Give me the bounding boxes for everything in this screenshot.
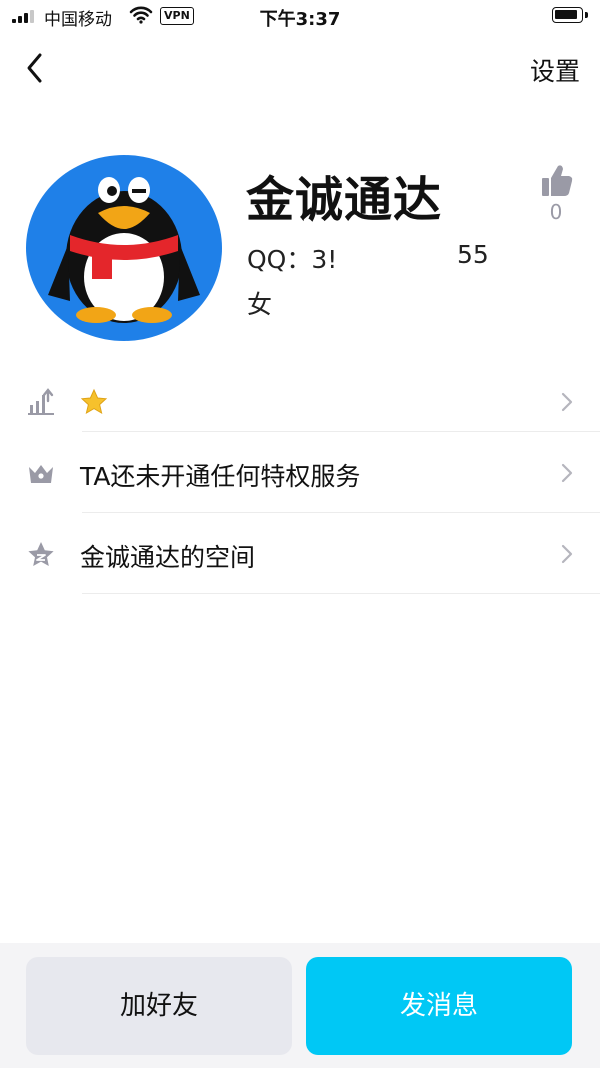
battery-icon: [552, 7, 583, 23]
status-bar: 中国移动 VPN 下午3:37: [0, 0, 600, 34]
level-row[interactable]: [0, 362, 600, 442]
privilege-row-label: TA还未开通任何特权服务: [80, 462, 361, 491]
gender-label: 女: [247, 290, 273, 319]
like-count: 0: [549, 200, 563, 224]
chevron-right-icon: [561, 463, 573, 483]
battery-tip: [585, 12, 588, 18]
divider: [82, 593, 600, 594]
space-row-label: 金诚通达的空间: [80, 543, 256, 572]
gold-star-icon: [80, 388, 108, 415]
level-chart-icon: [28, 388, 54, 415]
add-friend-button[interactable]: 加好友: [26, 957, 292, 1055]
divider: [82, 512, 600, 513]
space-row[interactable]: 金诚通达的空间: [0, 514, 600, 594]
settings-button[interactable]: 设置: [530, 52, 580, 88]
avatar[interactable]: [26, 155, 222, 341]
status-time: 下午3:37: [259, 9, 341, 30]
privilege-row[interactable]: TA还未开通任何特权服务: [0, 433, 600, 513]
star-space-icon: [28, 542, 54, 566]
chevron-left-icon: [27, 53, 42, 83]
crown-icon: [29, 465, 53, 483]
qq-number-tail: 55: [457, 240, 489, 269]
qq-number: QQ：3!: [247, 245, 338, 274]
like-button[interactable]: 0: [536, 160, 576, 226]
qq-penguin-icon: [48, 177, 200, 323]
profile-name: 金诚通达: [246, 172, 443, 228]
thumbs-up-icon: [542, 165, 573, 196]
chevron-right-icon: [561, 544, 573, 564]
send-message-button[interactable]: 发消息: [306, 957, 572, 1055]
back-button[interactable]: [20, 50, 52, 86]
chevron-right-icon: [561, 392, 573, 412]
divider: [82, 431, 600, 432]
